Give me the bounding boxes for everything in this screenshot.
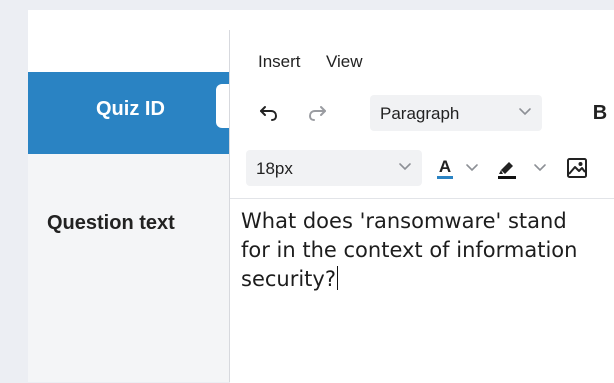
chevron-down-icon — [534, 164, 546, 172]
text-color-dropdown[interactable] — [464, 157, 480, 179]
highlighter-icon — [498, 162, 516, 179]
highlight-dropdown[interactable] — [532, 157, 548, 179]
bold-button[interactable]: B — [586, 96, 614, 130]
editor-toolbar-primary: Paragraph B — [230, 90, 614, 136]
text-color-button[interactable]: A — [430, 152, 460, 184]
quiz-id-label: Quiz ID — [96, 98, 165, 120]
chevron-down-icon — [399, 163, 411, 171]
editor-content-area[interactable]: What does 'ransomware' stand for in the … — [230, 198, 614, 383]
chevron-down-icon — [519, 108, 531, 116]
undo-icon — [260, 106, 278, 121]
menu-view[interactable]: View — [326, 52, 363, 72]
question-text-content[interactable]: What does 'ransomware' stand for in the … — [241, 207, 601, 294]
highlight-button[interactable] — [490, 152, 524, 184]
insert-image-button[interactable] — [560, 152, 594, 184]
font-size-value: 18px — [256, 159, 293, 178]
editor-menubar: Insert View — [230, 30, 614, 90]
block-format-select[interactable]: Paragraph — [370, 95, 542, 131]
text-color-letter: A — [436, 157, 454, 179]
redo-icon — [308, 106, 326, 121]
font-size-select[interactable]: 18px — [246, 150, 422, 186]
redo-button[interactable] — [300, 96, 334, 130]
block-format-value: Paragraph — [380, 104, 460, 123]
rich-text-editor: Insert View Paragraph B 18px A What does… — [230, 30, 614, 383]
question-text-value: What does 'ransomware' stand for in the … — [241, 209, 578, 291]
image-icon — [567, 158, 587, 178]
menu-insert[interactable]: Insert — [258, 52, 301, 72]
question-text-label: Question text — [47, 212, 175, 234]
undo-button[interactable] — [252, 96, 286, 130]
chevron-down-icon — [466, 164, 478, 172]
text-caret — [337, 266, 338, 290]
editor-toolbar-secondary: 18px A — [230, 136, 614, 198]
